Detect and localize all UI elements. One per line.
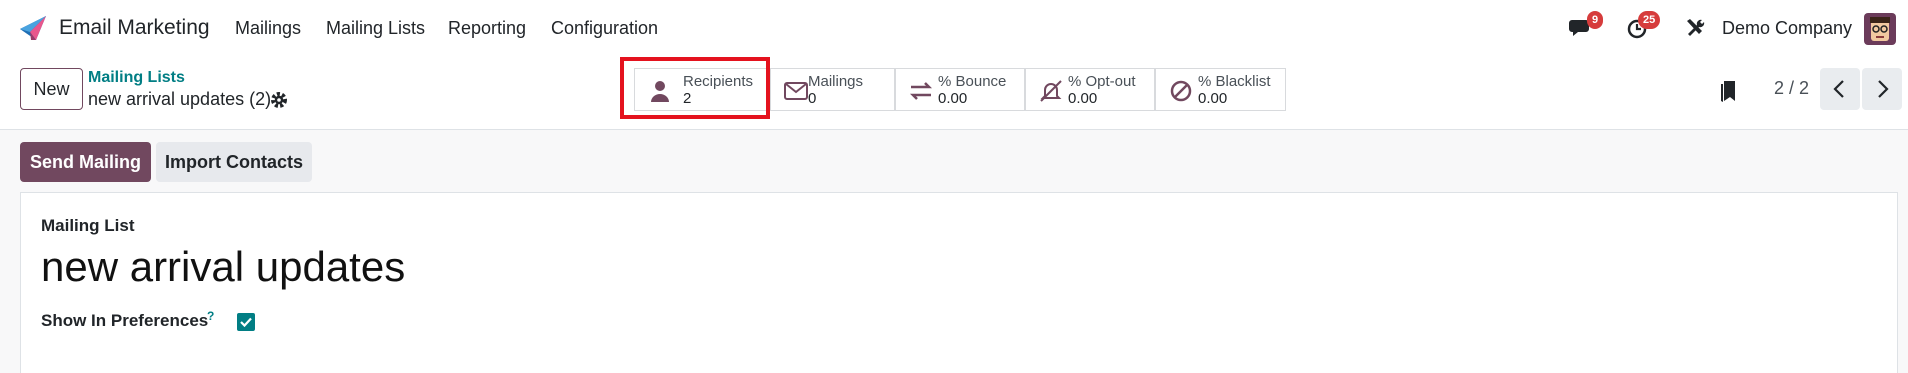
menu-item-reporting[interactable]: Reporting [448,18,526,39]
menu-item-mailings[interactable]: Mailings [235,18,301,39]
optout-label: % Opt-out [1068,73,1136,90]
blacklist-stat-button[interactable]: % Blacklist 0.00 [1155,68,1286,111]
user-avatar[interactable] [1864,13,1896,45]
tools-icon[interactable] [1684,17,1706,39]
email-marketing-logo-icon[interactable] [18,14,48,42]
record-title: new arrival updates (2) [88,89,272,109]
app-name[interactable]: Email Marketing [59,16,210,40]
optout-stat-button[interactable]: % Opt-out 0.00 [1025,68,1155,111]
help-tooltip-icon[interactable]: ? [207,309,214,323]
bounce-stat-button[interactable]: % Bounce 0.00 [895,68,1025,111]
exchange-arrows-icon [908,79,934,103]
send-mailing-button[interactable]: Send Mailing [20,142,151,182]
company-switcher[interactable]: Demo Company [1722,18,1852,39]
top-navbar: Email Marketing Mailings Mailing Lists R… [0,0,1908,56]
control-panel: New Mailing Lists new arrival updates (2… [0,56,1908,130]
breadcrumb-mailing-lists[interactable]: Mailing Lists [88,69,185,87]
mailings-stat-button[interactable]: Mailings 0 [770,68,895,111]
blacklist-value: 0.00 [1198,90,1228,107]
bounce-label: % Bounce [938,73,1007,90]
gear-icon[interactable] [270,91,288,109]
form-sheet: Mailing List new arrival updates Show In… [20,192,1898,373]
chevron-left-icon [1820,80,1860,114]
recipients-highlight-box [620,57,770,119]
bounce-value: 0.00 [938,90,968,107]
pager-next-button[interactable] [1862,68,1902,110]
envelope-icon [783,79,809,103]
pager-value[interactable]: 2 / 2 [1774,78,1809,99]
ban-icon [1168,79,1194,103]
bell-slash-icon [1038,79,1064,103]
optout-value: 0.00 [1068,90,1098,107]
show-in-preferences-checkbox[interactable] [237,313,255,331]
chat-count-badge: 9 [1587,11,1604,29]
mailings-label: Mailings [808,73,864,90]
chevron-right-icon [1862,80,1902,114]
new-button[interactable]: New [20,68,83,110]
activity-count-badge: 25 [1638,11,1661,29]
blacklist-label: % Blacklist [1198,73,1271,90]
show-in-preferences-label: Show In Preferences [41,311,209,330]
bookmark-icon[interactable] [1719,79,1737,103]
menu-item-mailing-lists[interactable]: Mailing Lists [326,18,425,39]
mailing-list-name-field[interactable]: new arrival updates [41,243,405,291]
import-contacts-button[interactable]: Import Contacts [156,142,312,182]
mailings-value: 0 [808,90,817,107]
menu-item-configuration[interactable]: Configuration [551,18,658,39]
mailing-list-caption: Mailing List [41,216,135,235]
pager-previous-button[interactable] [1820,68,1860,110]
